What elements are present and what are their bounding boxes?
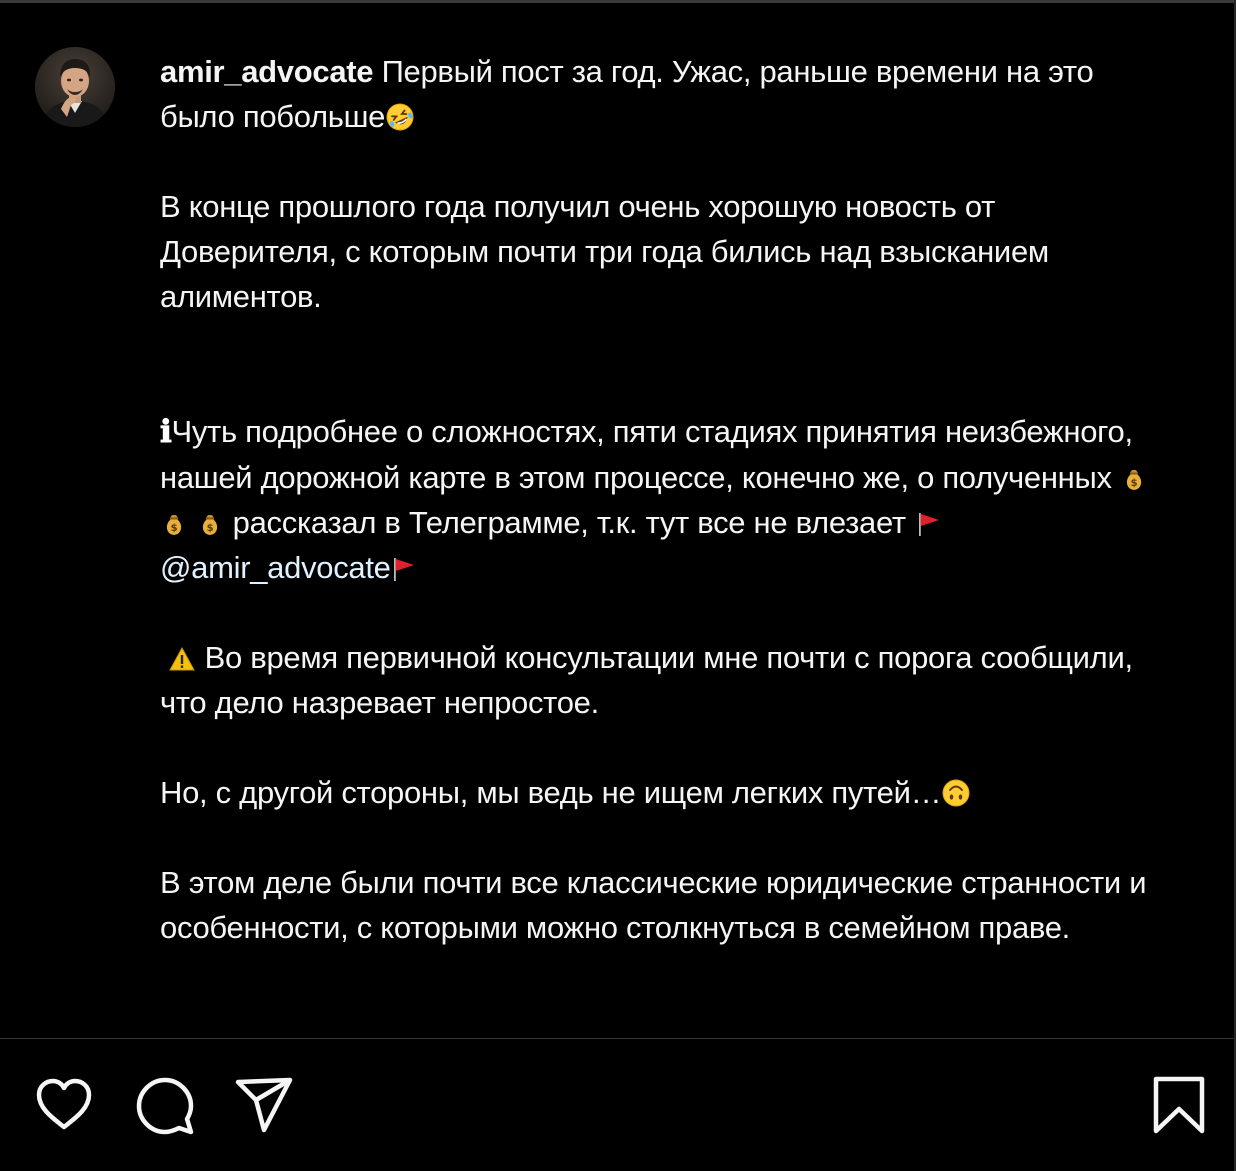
upside-down-face-emoji [942, 779, 970, 807]
rolling-on-the-floor-laughing-emoji [386, 103, 414, 131]
money-bag-emoji: $ [203, 515, 218, 535]
caption-paragraph-1: amir_advocate Первый пост за год. Ужас, … [160, 49, 1170, 139]
actions-divider [0, 1038, 1234, 1039]
caption-paragraph-3-text-b: рассказал в Телеграмме, т.к. тут все не … [232, 505, 906, 540]
svg-text:$: $ [1131, 478, 1138, 489]
comment-button[interactable] [134, 1075, 196, 1137]
caption-paragraph-5-text: Но, с другой стороны, мы ведь не ищем ле… [160, 775, 942, 810]
comment-icon [136, 1077, 194, 1135]
warning-emoji [169, 646, 196, 671]
information-icon: ℹ [160, 414, 172, 450]
caption-paragraph-4: Во время первичной консультации мне почт… [160, 635, 1170, 725]
red-flag-emoji [919, 513, 940, 536]
caption-paragraph-3: ℹЧуть подробнее о сложностях, пяти стади… [160, 409, 1170, 590]
svg-text:$: $ [171, 523, 178, 534]
caption-paragraph-3-text-a: Чуть подробнее о сложностях, пяти стадия… [160, 414, 1133, 495]
like-button[interactable] [34, 1075, 94, 1135]
money-bag-emoji: $ [1126, 470, 1142, 490]
caption-paragraph-6: В этом деле были почти все классические … [160, 865, 1147, 945]
bookmark-icon [1153, 1076, 1205, 1134]
author-avatar[interactable] [35, 47, 115, 127]
author-username[interactable]: amir_advocate [160, 54, 374, 89]
caption-paragraph-5: Но, с другой стороны, мы ведь не ищем ле… [160, 770, 1170, 815]
caption-paragraph-2: В конце прошлого года получил очень хоро… [160, 189, 1049, 314]
heart-icon [36, 1078, 92, 1130]
red-flag-emoji [393, 558, 414, 581]
money-bag-emoji: $ [166, 515, 182, 535]
svg-text:$: $ [207, 523, 214, 534]
telegram-mention-link[interactable]: @amir_advocate [160, 550, 391, 585]
profile-photo-icon [35, 47, 115, 127]
post-caption: amir_advocate Первый пост за год. Ужас, … [160, 49, 1170, 950]
share-icon [235, 1077, 293, 1133]
post-caption-area: amir_advocate Первый пост за год. Ужас, … [0, 3, 1234, 1038]
save-button[interactable] [1150, 1073, 1208, 1137]
share-button[interactable] [234, 1076, 294, 1134]
caption-paragraph-4-text: Во время первичной консультации мне почт… [160, 640, 1133, 720]
